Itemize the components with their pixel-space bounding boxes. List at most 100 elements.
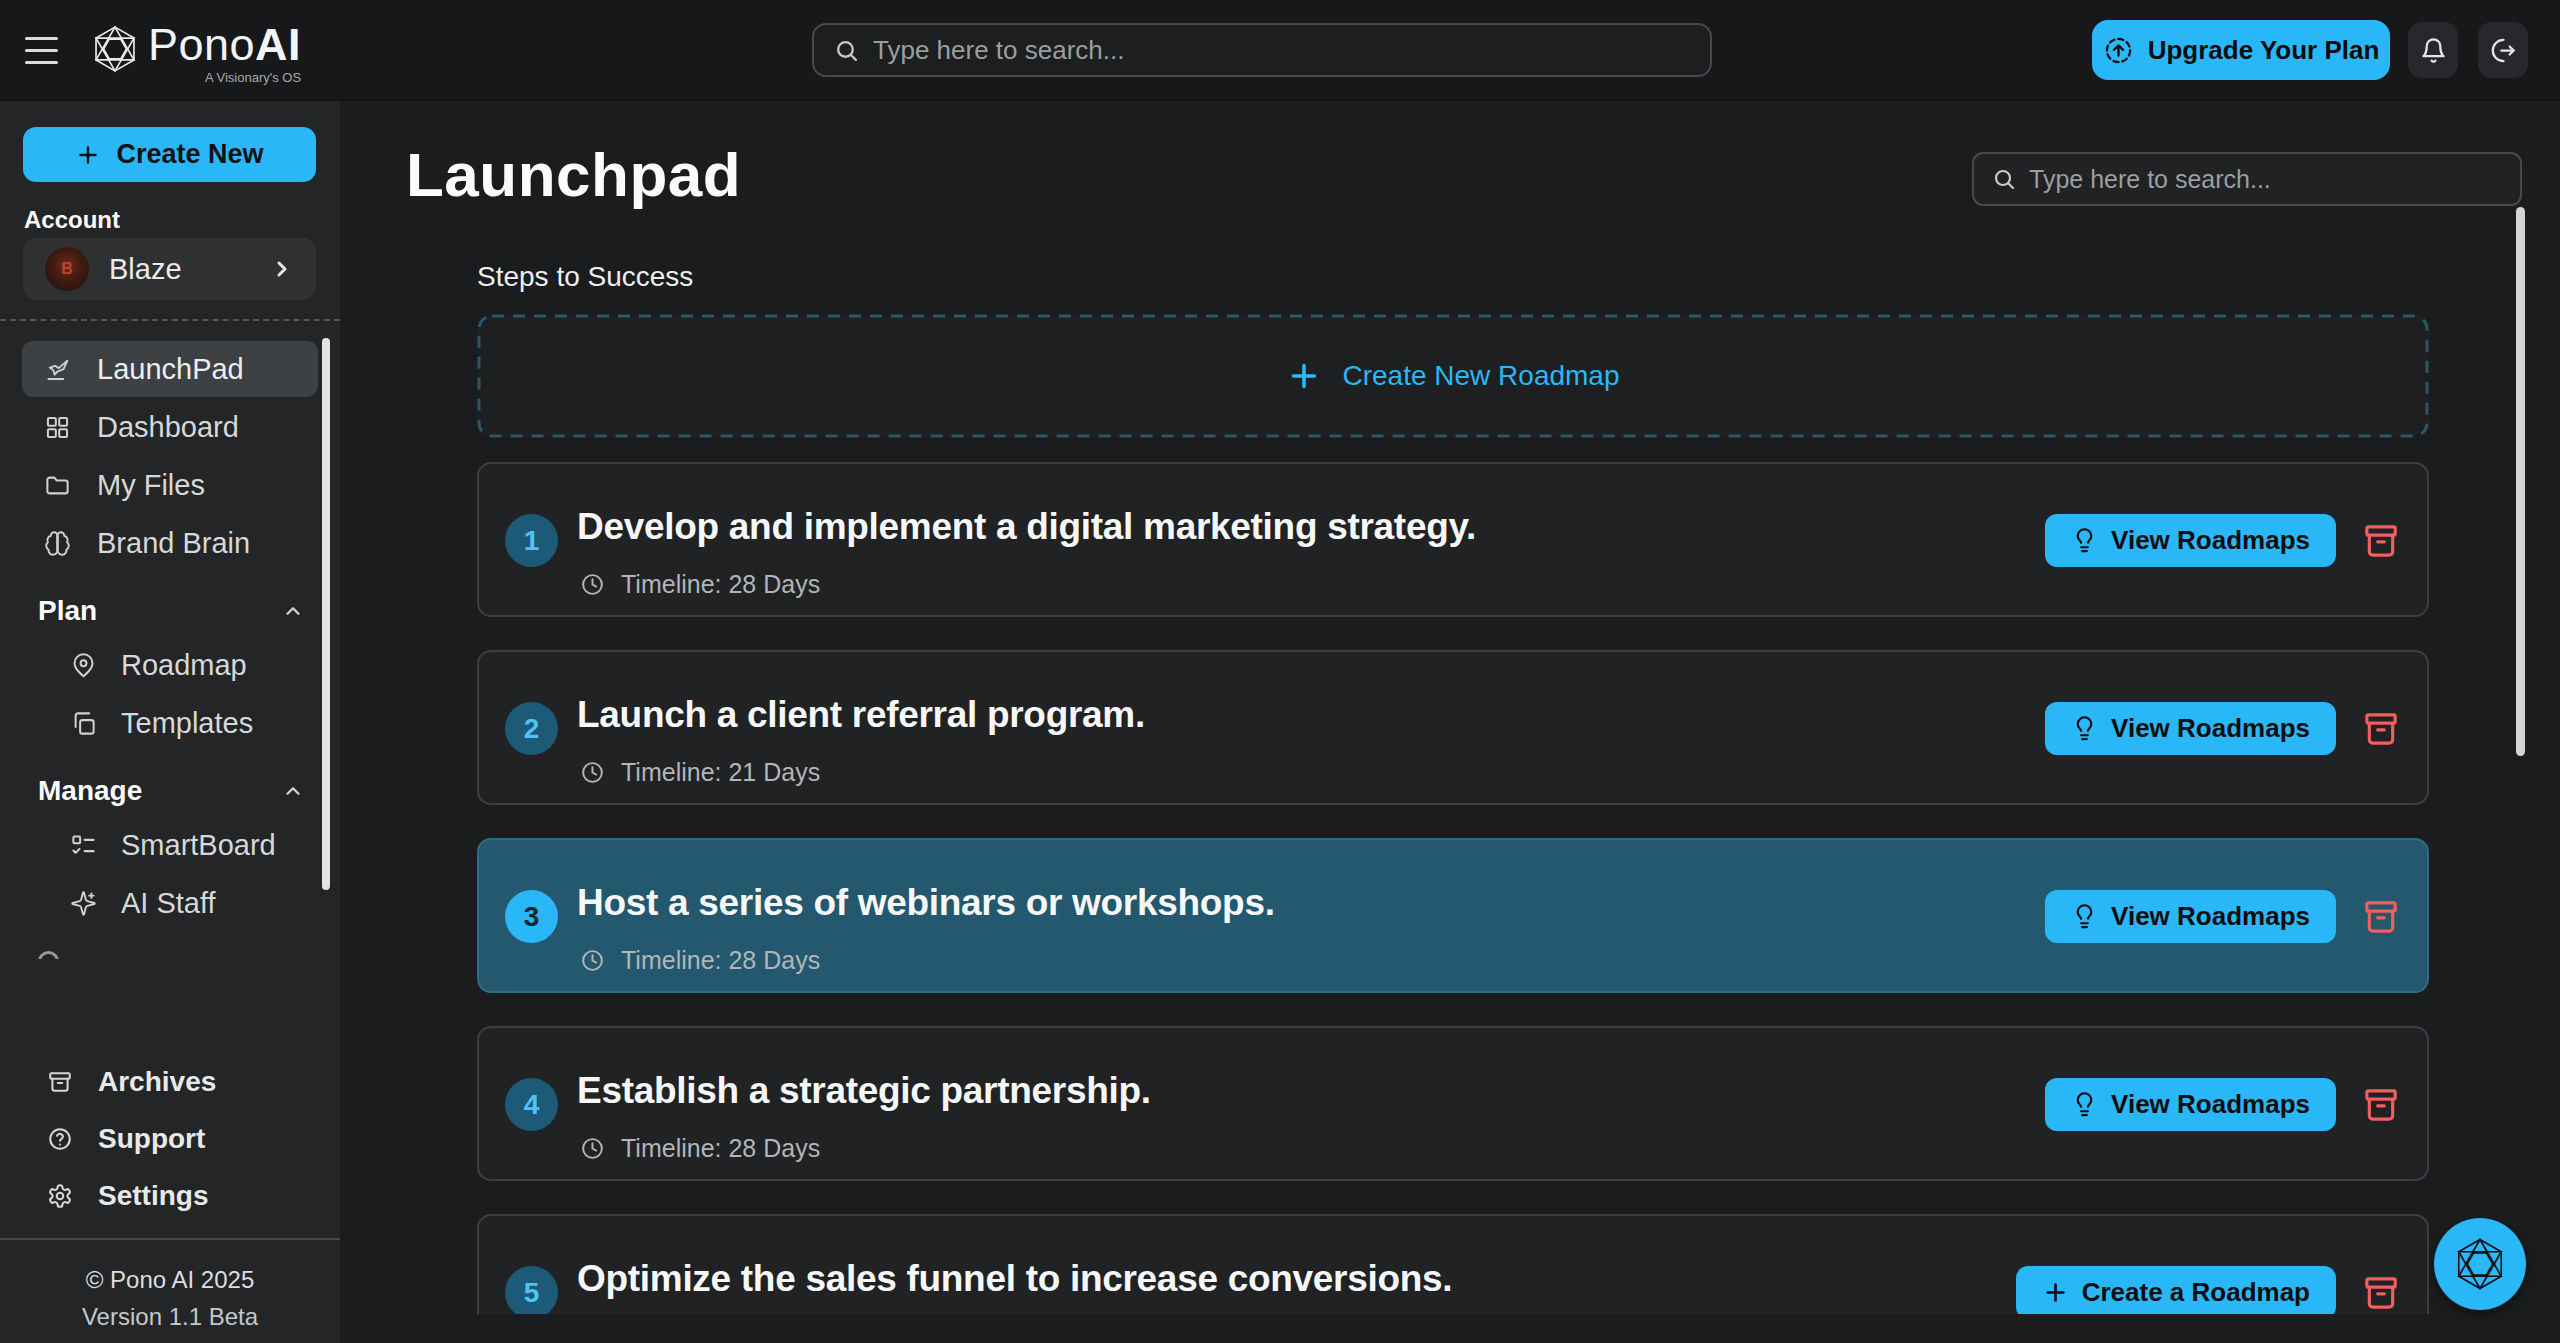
topbar-search [812,23,1712,77]
step-title: Establish a strategic partnership. [577,1070,1151,1112]
step-action-button[interactable]: Create a Roadmap [2016,1266,2336,1314]
sidebar-item-settings[interactable]: Settings [0,1167,340,1224]
chevron-up-icon [282,780,304,802]
version: Version 1.1 Beta [0,1303,340,1331]
sidebar-item-dashboard[interactable]: Dashboard [22,399,318,455]
sidebar-item-roadmap[interactable]: Roadmap [22,637,318,693]
steps-heading: Steps to Success [477,261,2429,293]
step-card: 2 Launch a client referral program. Time… [477,650,2429,805]
account-switcher[interactable]: B Blaze [23,238,316,300]
sidebar-scrollbar[interactable] [322,338,330,890]
sidebar-item-smartboard[interactable]: SmartBoard [22,817,318,873]
step-action-button[interactable]: View Roadmaps [2045,890,2336,943]
archive-icon [2361,1082,2401,1128]
topbar-search-input[interactable] [873,35,1690,66]
step-actions: Create a Roadmap [2016,1266,2401,1314]
step-number-badge: 1 [505,514,558,567]
circle-arrow-up-icon [2103,35,2134,66]
account-name: Blaze [109,253,182,286]
sidebar-item-ai-staff[interactable]: AI Staff [22,875,318,931]
archive-step-button[interactable] [2361,1082,2401,1128]
sidebar-section-plan[interactable]: Plan [38,593,312,629]
lightbulb-icon [2071,903,2098,930]
clock-icon [580,572,605,597]
step-timeline-text: Timeline: 28 Days [621,1134,820,1163]
step-number-badge: 4 [505,1078,558,1131]
brain-icon [44,530,71,557]
step-number-badge: 3 [505,890,558,943]
step-title: Develop and implement a digital marketin… [577,506,1476,548]
lightbulb-icon [2071,1091,2098,1118]
step-actions: View Roadmaps [2045,514,2401,567]
ponoai-logo-icon [90,20,140,78]
sidebar-item-archives[interactable]: Archives [0,1053,340,1110]
step-actions: View Roadmaps [2045,890,2401,943]
sidebar-section-manage[interactable]: Manage [38,773,312,809]
step-timeline-text: Timeline: 28 Days [621,946,820,975]
sidebar-footer-divider [0,1238,340,1240]
notifications-button[interactable] [2408,22,2458,78]
main-scrollbar[interactable] [2516,207,2525,756]
step-timeline-text: Timeline: 28 Days [621,570,820,599]
step-timeline: Timeline: 28 Days [580,570,820,599]
step-action-button[interactable]: View Roadmaps [2045,1078,2336,1131]
brand-tagline: A Visionary's OS [148,70,301,85]
upgrade-plan-button[interactable]: Upgrade Your Plan [2092,20,2390,80]
checklist-icon [70,832,97,859]
archive-step-button[interactable] [2361,518,2401,564]
lightbulb-icon [2071,527,2098,554]
sidebar: Create New Account B Blaze LaunchPad Das… [0,101,340,1343]
copy-icon [70,710,97,737]
step-timeline: Timeline: 28 Days [580,946,820,975]
page-title: Launchpad [406,139,741,210]
lightbulb-icon [2071,715,2098,742]
logout-icon [2490,37,2517,64]
sidebar-item-launchpad[interactable]: LaunchPad [22,341,318,397]
bell-icon [2420,37,2447,64]
sparkles-icon [70,890,97,917]
folder-icon [44,472,71,499]
dashboard-icon [44,414,71,441]
assistant-fab-button[interactable] [2434,1218,2526,1310]
archive-step-button[interactable] [2361,1270,2401,1315]
account-heading: Account [24,206,120,234]
plus-icon [2042,1279,2069,1306]
step-card: 4 Establish a strategic partnership. Tim… [477,1026,2429,1181]
step-card: 5 Optimize the sales funnel to increase … [477,1214,2429,1314]
gear-icon [47,1183,73,1209]
brand-logo: PonoAI A Visionary's OS [90,20,301,85]
brand-name: PonoAI [148,20,301,70]
step-number-badge: 5 [505,1266,558,1314]
sidebar-item-my-files[interactable]: My Files [22,457,318,513]
archive-icon [2361,706,2401,752]
archive-icon [47,1069,73,1095]
sidebar-item-support[interactable]: Support [0,1110,340,1167]
step-action-button[interactable]: View Roadmaps [2045,702,2336,755]
clock-icon [580,1136,605,1161]
map-pin-icon [70,652,97,679]
step-action-button[interactable]: View Roadmaps [2045,514,2336,567]
main-search-input[interactable] [2029,165,2502,194]
create-new-roadmap-button[interactable]: Create New Roadmap [477,314,2429,438]
step-timeline: Timeline: 28 Days [580,1134,820,1163]
clock-icon [580,760,605,785]
plus-icon [75,142,101,168]
sidebar-item-brand-brain[interactable]: Brand Brain [22,515,318,571]
ponoai-logo-icon [2452,1234,2508,1294]
create-new-button[interactable]: Create New [23,127,316,182]
archive-step-button[interactable] [2361,706,2401,752]
steps-section: Steps to Success Create New Roadmap 1 De… [477,261,2429,1314]
copyright: © Pono AI 2025 [0,1266,340,1294]
sidebar-nav: LaunchPad Dashboard My Files Brand Brain… [0,337,340,959]
sidebar-item-templates[interactable]: Templates [22,695,318,751]
archive-step-button[interactable] [2361,894,2401,940]
step-timeline: Timeline: 21 Days [580,758,820,787]
step-title: Optimize the sales funnel to increase co… [577,1258,1452,1300]
logout-button[interactable] [2478,22,2528,78]
sidebar-footer: Archives Support Settings © Pono AI 2025… [0,1053,340,1331]
hamburger-menu-icon[interactable] [25,37,58,64]
step-title: Launch a client referral program. [577,694,1145,736]
archive-icon [2361,1270,2401,1315]
chevron-right-icon [270,257,294,281]
search-icon [1992,167,2016,191]
